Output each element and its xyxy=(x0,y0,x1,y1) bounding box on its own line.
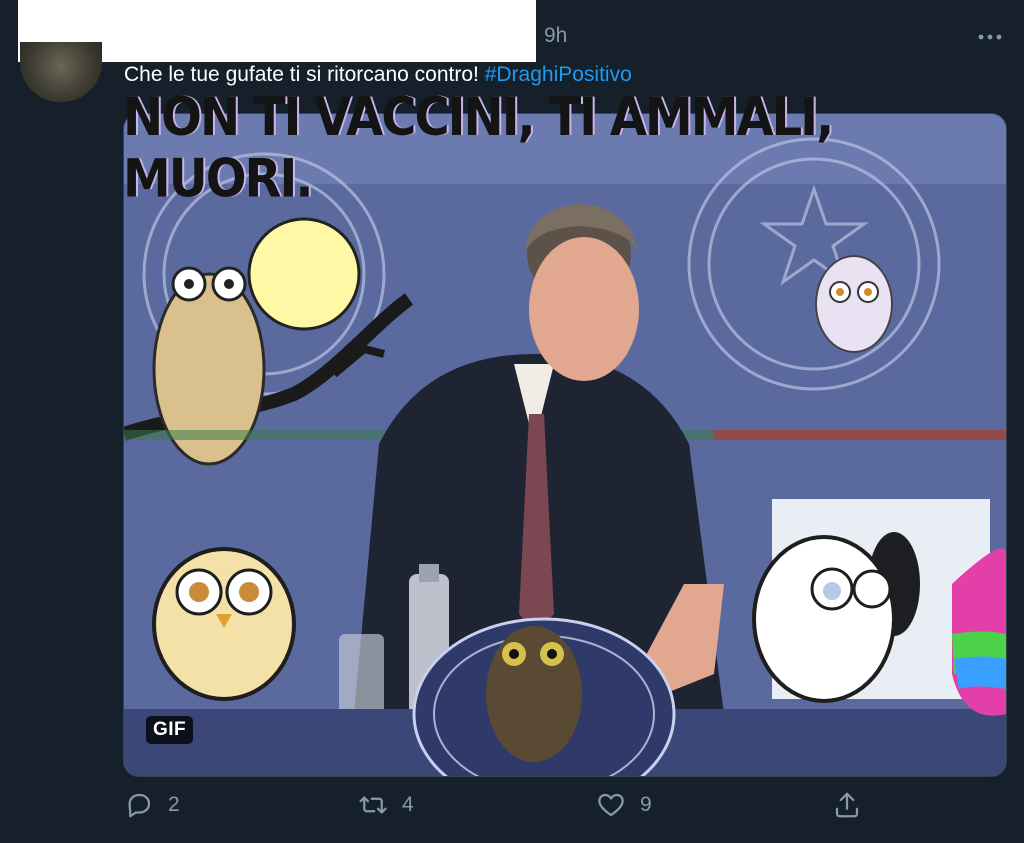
retweet-button[interactable]: 4 xyxy=(358,790,414,820)
tweet-timestamp[interactable]: 9h xyxy=(544,24,567,48)
tweet-actions: 2 4 9 xyxy=(0,790,1024,840)
share-icon xyxy=(835,792,859,818)
like-button[interactable]: 9 xyxy=(596,790,652,820)
gif-media[interactable] xyxy=(123,113,1007,777)
reply-count: 2 xyxy=(168,793,180,816)
like-count: 9 xyxy=(640,793,652,816)
tweet-body: Che le tue gufate ti si ritorcano contro… xyxy=(124,63,479,86)
retweet-count: 4 xyxy=(402,793,414,816)
reply-icon xyxy=(128,793,151,818)
avatar[interactable] xyxy=(20,42,102,102)
gif-caption: NON TI VACCINI, TI AMMALI, MUORI. xyxy=(123,86,834,210)
heart-icon xyxy=(598,793,624,817)
share-button[interactable] xyxy=(832,790,862,820)
reply-button[interactable]: 2 xyxy=(124,790,180,820)
tweet-text: Che le tue gufate ti si ritorcano contro… xyxy=(124,63,632,87)
retweet-icon xyxy=(359,796,387,814)
more-options-icon[interactable] xyxy=(975,22,1005,52)
gif-badge: GIF xyxy=(146,716,194,744)
hashtag-link[interactable]: #DraghiPositivo xyxy=(485,63,632,86)
